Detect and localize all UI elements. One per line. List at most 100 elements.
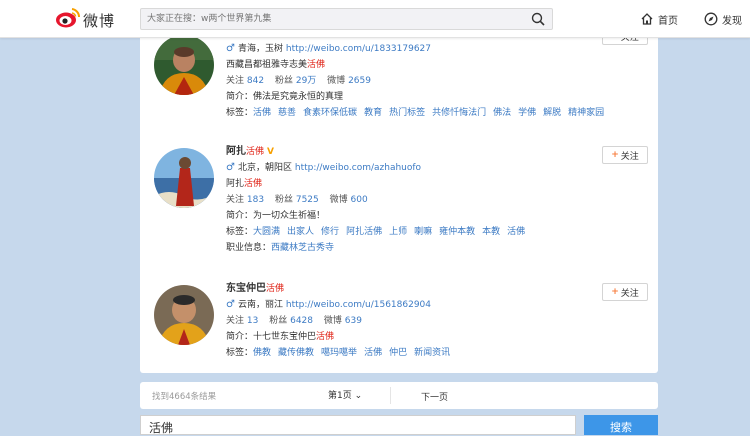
posts-label: 微博: [327, 76, 346, 86]
bio-label: 简介：: [226, 92, 254, 102]
verified-icon: V: [267, 147, 274, 157]
user-location: 青海，玉树: [237, 44, 283, 54]
user-avatar[interactable]: [154, 35, 214, 95]
bottom-search-box[interactable]: 活佛: [140, 415, 576, 435]
followers-label: 粉丝: [269, 316, 288, 326]
male-icon: ♂: [226, 299, 235, 310]
followers-label: 粉丝: [274, 76, 293, 86]
user-desc: 西藏昌都祖雅寺志美: [226, 60, 308, 70]
user-tag[interactable]: 慈善: [278, 108, 296, 118]
followers-count[interactable]: 7525: [296, 195, 319, 205]
user-name[interactable]: 阿扎: [226, 146, 246, 157]
bottom-search-button[interactable]: 搜索: [584, 415, 658, 435]
user-job[interactable]: 西藏林芝古秀寺: [271, 243, 334, 253]
nav-discover[interactable]: 发现: [704, 10, 742, 28]
user-tag[interactable]: 噶玛噶举: [321, 348, 357, 358]
posts-count[interactable]: 600: [351, 195, 368, 205]
user-tag[interactable]: 雍仲本教: [439, 227, 475, 237]
user-bio: 十七世东宝仲巴: [253, 332, 317, 342]
user-tag[interactable]: 仲巴: [389, 348, 407, 358]
followers-count[interactable]: 29万: [296, 76, 316, 86]
user-tag[interactable]: 藏传佛教: [278, 348, 314, 358]
user-tag[interactable]: 阿扎活佛: [346, 227, 382, 237]
follow-button[interactable]: +关注: [602, 283, 648, 301]
user-tags: 活佛 慈善 食素环保低碳 教育 热门标签 共修忏悔法门 佛法 学佛 解脱 精神家园: [253, 108, 611, 118]
search-input[interactable]: [147, 9, 517, 29]
tags-label: 标签：: [226, 108, 254, 118]
compass-icon: [704, 12, 718, 26]
user-location: 北京，朝阳区: [237, 163, 292, 173]
posts-label: 微博: [329, 195, 348, 205]
user-results-card: ♂ 青海，玉树 http://weibo.com/u/1833179627 西藏昌…: [140, 27, 658, 373]
follow-button[interactable]: +关注: [602, 146, 648, 164]
user-tag[interactable]: 热门标签: [389, 108, 425, 118]
followers-count[interactable]: 6428: [290, 316, 313, 326]
home-icon: [641, 13, 653, 25]
user-desc: 阿扎: [226, 179, 245, 189]
next-page-link[interactable]: 下一页: [421, 390, 448, 403]
following-count[interactable]: 842: [247, 76, 264, 86]
user-desc-highlight: 活佛: [307, 60, 326, 70]
user-tag[interactable]: 佛法: [493, 108, 511, 118]
user-bio: 为一切众生祈福！: [253, 211, 326, 221]
user-bio-highlight: 活佛: [316, 332, 335, 342]
user-tag[interactable]: 本教: [482, 227, 500, 237]
weibo-eye-icon: [56, 8, 81, 28]
user-location: 云南，丽江: [237, 300, 283, 310]
user-tag[interactable]: 出家人: [287, 227, 314, 237]
following-count[interactable]: 13: [247, 316, 258, 326]
user-tag[interactable]: 新闻资讯: [414, 348, 450, 358]
user-bio: 佛法是究竟永恒的真理: [253, 92, 344, 102]
plus-icon: +: [611, 150, 619, 160]
tags-label: 标签：: [226, 348, 254, 358]
following-count[interactable]: 183: [247, 195, 264, 205]
current-page-label: 第1页: [328, 391, 352, 401]
search-icon[interactable]: [531, 12, 545, 26]
result-count: 找到4664条结果: [152, 392, 217, 402]
bio-label: 简介：: [226, 211, 254, 221]
nav-home-label: 首页: [658, 15, 678, 27]
following-label: 关注: [226, 316, 245, 326]
logo-text: 微博: [83, 12, 116, 30]
user-tag[interactable]: 佛教: [253, 348, 271, 358]
user-url[interactable]: http://weibo.com/u/1833179627: [286, 44, 431, 54]
posts-count[interactable]: 639: [345, 316, 362, 326]
user-url[interactable]: http://weibo.com/azhahuofo: [295, 163, 421, 173]
search-box[interactable]: [140, 8, 553, 30]
posts-count[interactable]: 2659: [348, 76, 371, 86]
pager-divider: [390, 387, 391, 404]
user-avatar[interactable]: [154, 285, 214, 345]
user-tags: 佛教 藏传佛教 噶玛噶举 活佛 仲巴 新闻资讯: [253, 348, 457, 358]
user-name-highlight: 活佛: [266, 284, 285, 294]
user-tag[interactable]: 精神家园: [568, 108, 604, 118]
user-tag[interactable]: 解脱: [543, 108, 561, 118]
user-url[interactable]: http://weibo.com/u/1561862904: [286, 300, 431, 310]
user-name-highlight: 活佛: [246, 147, 265, 157]
user-tag[interactable]: 修行: [321, 227, 339, 237]
male-icon: ♂: [226, 43, 235, 54]
user-tag[interactable]: 教育: [364, 108, 382, 118]
user-name[interactable]: 东宝仲巴: [226, 283, 266, 294]
user-tag[interactable]: 喇嘛: [414, 227, 432, 237]
tags-label: 标签：: [226, 227, 254, 237]
top-navigation-bar: 微博 首页 发现: [0, 0, 750, 38]
bottom-search-query: 活佛: [149, 421, 174, 435]
user-tag[interactable]: 活佛: [507, 227, 525, 237]
page-select[interactable]: 第1页 ⌄: [328, 388, 362, 401]
posts-label: 微博: [323, 316, 342, 326]
user-tag[interactable]: 学佛: [518, 108, 536, 118]
follow-label: 关注: [620, 151, 639, 162]
plus-icon: +: [611, 287, 619, 297]
user-avatar[interactable]: [154, 148, 214, 208]
user-tag[interactable]: 共修忏悔法门: [432, 108, 486, 118]
following-label: 关注: [226, 195, 245, 205]
user-desc-highlight: 活佛: [244, 179, 263, 189]
user-tag[interactable]: 大圆满: [253, 227, 280, 237]
followers-label: 粉丝: [274, 195, 293, 205]
nav-home[interactable]: 首页: [640, 10, 678, 28]
user-tag[interactable]: 食素环保低碳: [303, 108, 357, 118]
user-tag[interactable]: 上师: [389, 227, 407, 237]
user-tag[interactable]: 活佛: [364, 348, 382, 358]
follow-label: 关注: [620, 288, 639, 299]
user-tag[interactable]: 活佛: [253, 108, 271, 118]
